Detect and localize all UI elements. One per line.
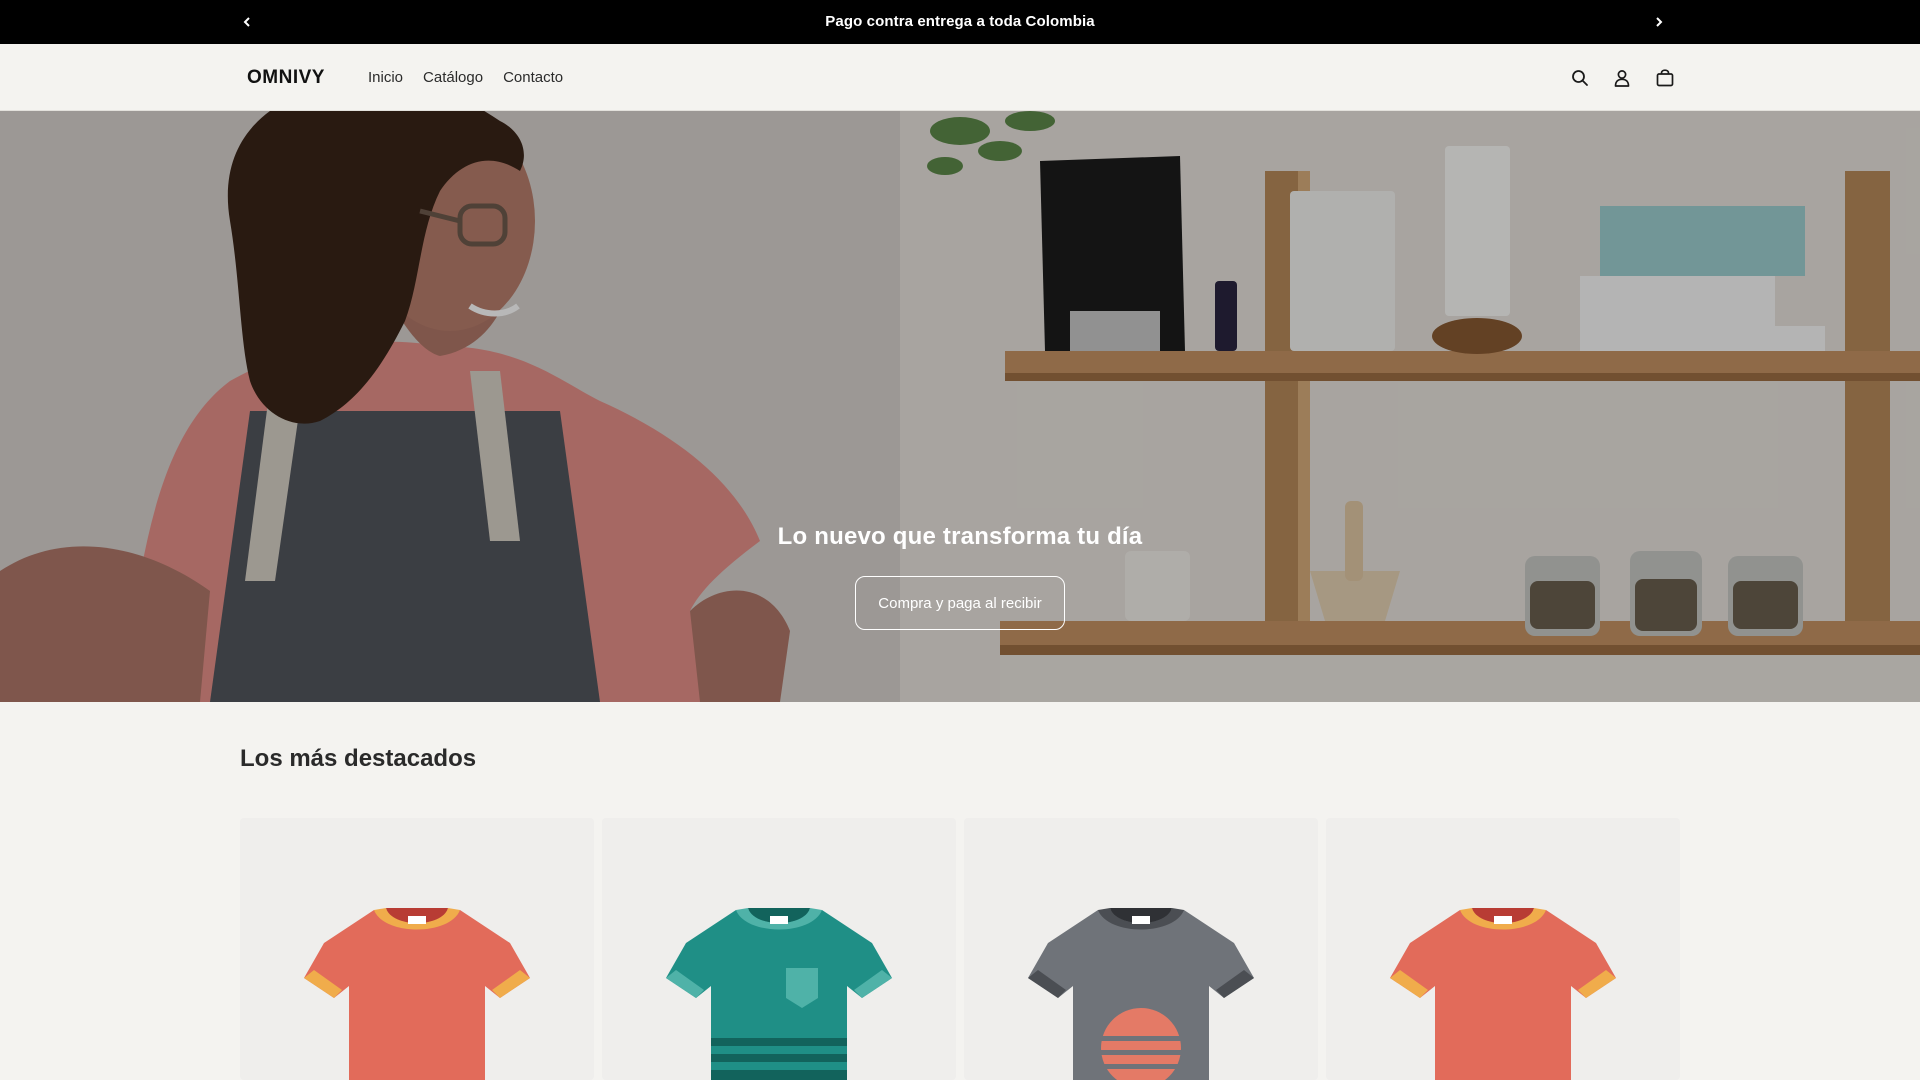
logo[interactable]: OMNIVY [247,67,341,88]
hero-banner: Lo nuevo que transforma tu día Compra y … [0,111,1920,702]
nav-catalogo[interactable]: Catálogo [423,69,483,86]
tshirt-gray-icon [1028,908,1254,1080]
svg-text:OMNIVY: OMNIVY [247,67,325,87]
chevron-right-icon [1656,17,1663,27]
product-card[interactable] [602,818,956,1080]
search-button[interactable] [1567,65,1593,91]
announcement-next-button[interactable] [1647,10,1671,34]
product-card[interactable] [1326,818,1680,1080]
hero-title: Lo nuevo que transforma tu día [777,523,1143,550]
search-icon [1572,70,1588,86]
nav-inicio[interactable]: Inicio [368,69,403,86]
announcement-message: Pago contra entrega a toda Colombia [825,13,1095,30]
tshirt-coral-icon [304,908,530,1080]
cart-icon [1656,69,1674,87]
product-card[interactable] [964,818,1318,1080]
hero-cta-button[interactable]: Compra y paga al recibir [855,576,1065,630]
announcement-bar: Pago contra entrega a toda Colombia [0,0,1920,44]
tshirt-teal-icon [666,908,892,1080]
tshirt-coral-icon [1390,908,1616,1080]
nav-contacto[interactable]: Contacto [503,69,563,86]
account-button[interactable] [1609,65,1635,91]
omnivy-logo: OMNIVY [247,67,325,88]
product-grid [240,818,1680,1080]
site-header: OMNIVY Inicio Catálogo Contacto [0,44,1920,111]
cart-button[interactable] [1652,65,1678,91]
product-card[interactable] [240,818,594,1080]
account-icon [1614,70,1630,87]
main-nav: Inicio Catálogo Contacto [368,44,563,111]
featured-title: Los más destacados [240,745,477,772]
